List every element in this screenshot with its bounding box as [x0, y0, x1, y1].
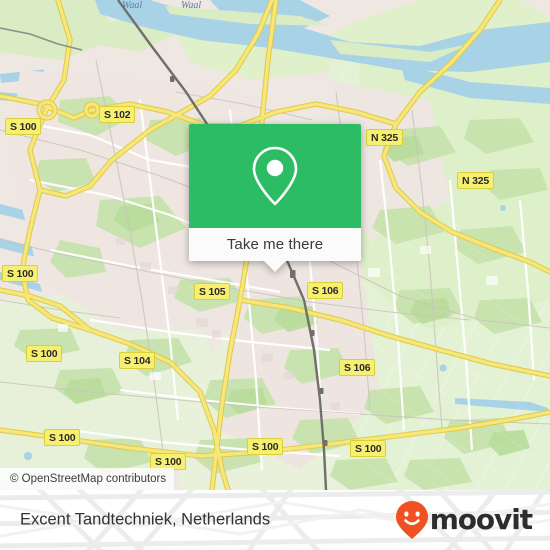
moovit-logo[interactable]: moovit — [395, 500, 533, 540]
water-label: Waal — [122, 0, 143, 11]
map-attribution[interactable]: © OpenStreetMap contributors — [0, 468, 175, 490]
road-shield-s100[interactable]: S 100 — [350, 440, 387, 457]
footer-bar: Excent Tandtechniek, Netherlands moovit — [0, 490, 550, 550]
road-shield-s102[interactable]: S 102 — [99, 106, 136, 123]
popup-action-bar[interactable]: Take me there — [189, 228, 361, 272]
road-shield-s104[interactable]: S 104 — [119, 352, 156, 369]
location-title: Excent Tandtechniek, Netherlands — [20, 510, 271, 529]
attribution-text: © OpenStreetMap contributors — [10, 473, 167, 485]
moovit-wordmark: moovit — [429, 503, 533, 536]
take-me-there-label: Take me there — [226, 236, 324, 253]
popup-tail-arrow — [264, 261, 286, 272]
water-label: Waal — [181, 0, 202, 11]
location-pin-icon — [252, 146, 298, 206]
moovit-smiley-pin-icon — [395, 501, 428, 539]
road-shield-s100[interactable]: S 100 — [247, 438, 284, 455]
road-shield-s100[interactable]: S 100 — [5, 118, 42, 135]
road-shield-s106[interactable]: S 106 — [307, 282, 344, 299]
road-shield-s105[interactable]: S 105 — [194, 283, 231, 300]
popup-marker-area — [189, 124, 361, 228]
moovit-location-card: Waal Waal S 100 S 102 N 325 N 325 S 100 … — [0, 0, 550, 550]
road-shield-s100[interactable]: S 100 — [2, 265, 39, 282]
road-shield-n325[interactable]: N 325 — [366, 129, 404, 146]
road-shield-s106[interactable]: S 106 — [339, 359, 376, 376]
road-shield-s100[interactable]: S 100 — [44, 429, 81, 446]
map-canvas[interactable]: Waal Waal S 100 S 102 N 325 N 325 S 100 … — [0, 0, 550, 490]
road-shield-s100[interactable]: S 100 — [26, 345, 63, 362]
road-shield-n325[interactable]: N 325 — [457, 172, 495, 189]
location-popup-card[interactable]: Take me there — [189, 124, 361, 272]
